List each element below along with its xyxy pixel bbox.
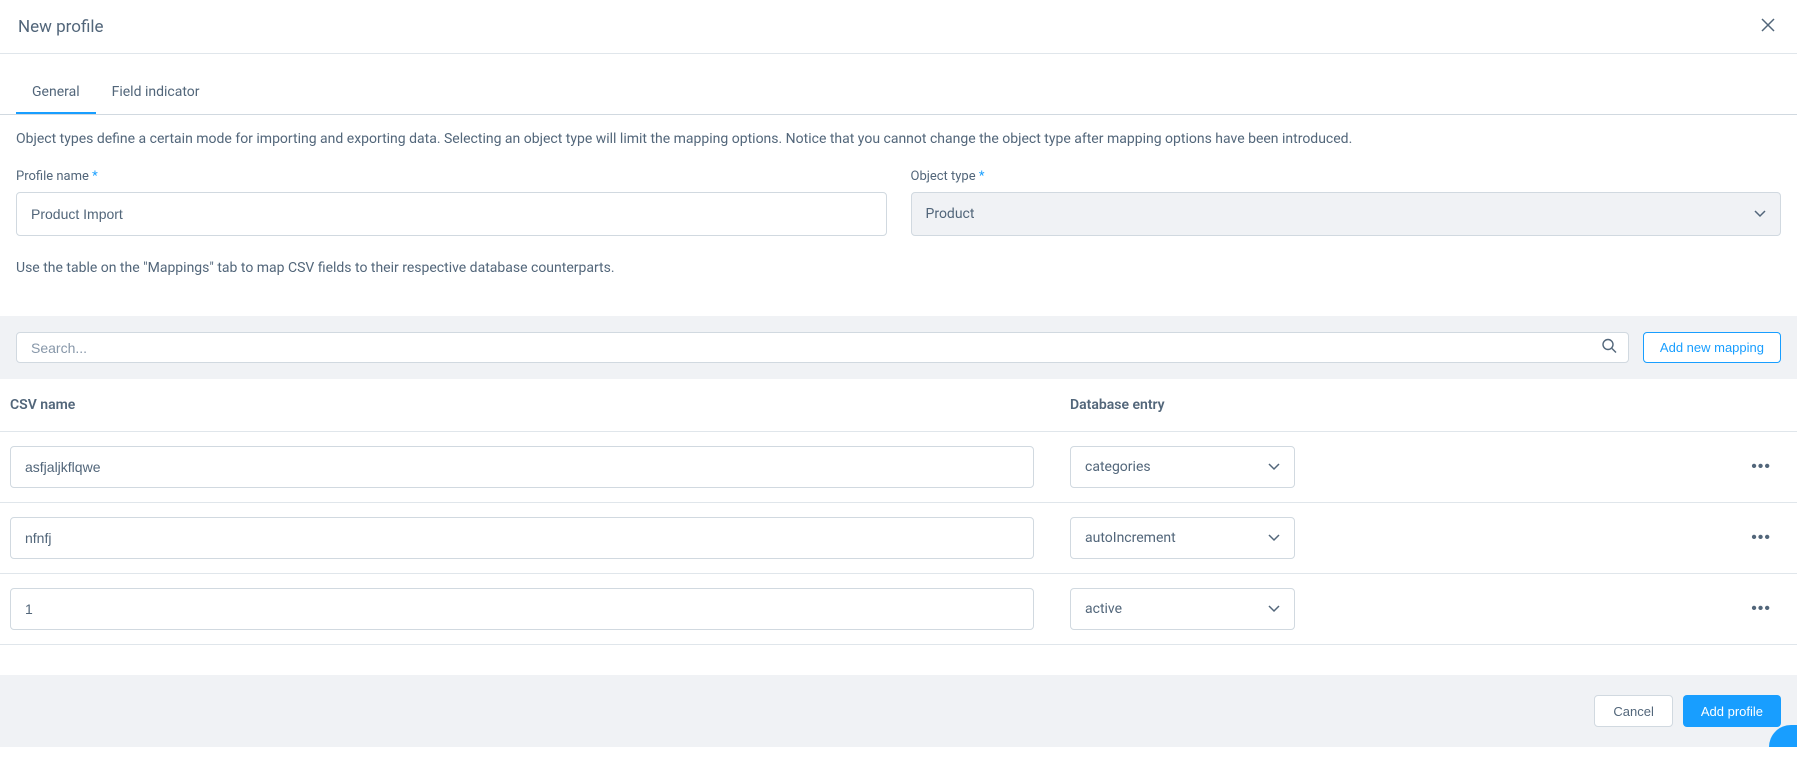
close-button[interactable] — [1757, 12, 1779, 41]
profile-name-input[interactable] — [16, 192, 887, 236]
db-entry-value: categories — [1085, 459, 1151, 475]
object-type-label: Object type * — [911, 169, 1782, 184]
table-header: CSV name Database entry — [0, 379, 1797, 432]
dots-icon: ••• — [1751, 600, 1771, 617]
dots-icon: ••• — [1751, 458, 1771, 475]
csv-name-input[interactable] — [10, 588, 1034, 630]
table-row: categories ••• — [0, 432, 1797, 503]
search-wrap — [16, 332, 1629, 363]
required-asterisk: * — [979, 169, 985, 184]
tab-field-indicator[interactable]: Field indicator — [96, 72, 216, 114]
object-type-col: Object type * Product — [911, 169, 1782, 236]
db-entry-value: autoIncrement — [1085, 530, 1176, 546]
row-actions-button[interactable]: ••• — [1745, 594, 1777, 624]
object-type-select[interactable]: Product — [911, 192, 1782, 236]
required-asterisk: * — [92, 169, 98, 184]
form-row: Profile name * Object type * Product — [16, 169, 1781, 236]
chevron-down-icon — [1268, 460, 1280, 474]
csv-name-input[interactable] — [10, 517, 1034, 559]
search-icon — [1602, 338, 1617, 357]
row-actions-button[interactable]: ••• — [1745, 523, 1777, 553]
modal-title: New profile — [18, 17, 104, 37]
object-type-value: Product — [926, 206, 975, 222]
search-input[interactable] — [16, 332, 1629, 363]
add-mapping-button[interactable]: Add new mapping — [1643, 332, 1781, 363]
profile-name-label-text: Profile name — [16, 169, 89, 184]
db-entry-select[interactable]: active — [1070, 588, 1295, 630]
modal-footer: Cancel Add profile — [0, 675, 1797, 747]
mappings-help-text: Use the table on the "Mappings" tab to m… — [16, 260, 1781, 300]
content-section: Object types define a certain mode for i… — [0, 115, 1797, 316]
cancel-button[interactable]: Cancel — [1594, 695, 1672, 727]
corner-widget[interactable] — [1769, 725, 1797, 747]
search-bar-area: Add new mapping — [0, 316, 1797, 379]
object-type-help-text: Object types define a certain mode for i… — [16, 131, 1781, 147]
table-row: autoIncrement ••• — [0, 503, 1797, 574]
dots-icon: ••• — [1751, 529, 1771, 546]
column-actions — [1295, 397, 1787, 413]
chevron-down-icon — [1754, 207, 1766, 221]
db-entry-value: active — [1085, 601, 1122, 617]
row-actions-button[interactable]: ••• — [1745, 452, 1777, 482]
chevron-down-icon — [1268, 531, 1280, 545]
tab-general[interactable]: General — [16, 72, 96, 114]
add-profile-button[interactable]: Add profile — [1683, 695, 1781, 727]
modal-header: New profile — [0, 0, 1797, 54]
profile-name-col: Profile name * — [16, 169, 887, 236]
tabs: General Field indicator — [0, 72, 1797, 115]
db-entry-select[interactable]: autoIncrement — [1070, 517, 1295, 559]
object-type-label-text: Object type — [911, 169, 976, 184]
column-db-entry: Database entry — [1070, 397, 1295, 413]
db-entry-select[interactable]: categories — [1070, 446, 1295, 488]
chevron-down-icon — [1268, 602, 1280, 616]
column-csv-name: CSV name — [10, 397, 1070, 413]
csv-name-input[interactable] — [10, 446, 1034, 488]
profile-name-label: Profile name * — [16, 169, 887, 184]
close-icon — [1761, 16, 1775, 36]
table-row: active ••• — [0, 574, 1797, 645]
